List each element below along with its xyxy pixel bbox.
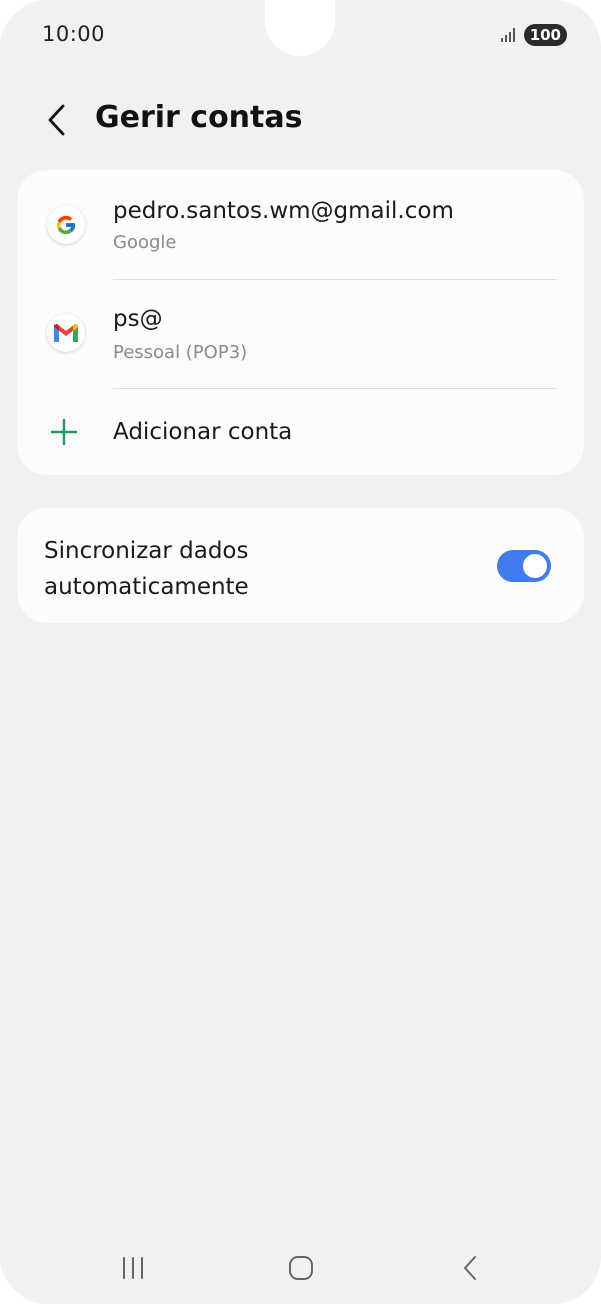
back-button[interactable] <box>38 100 74 140</box>
account-row-pop3[interactable]: ps@ Pessoal (POP3) <box>17 280 584 388</box>
app-header: Gerir contas <box>0 90 601 150</box>
gmail-icon <box>47 314 85 352</box>
phone-screen: 10:00 100 Gerir contas pedro.santos.wm@g… <box>0 0 601 1304</box>
account-row-google[interactable]: pedro.santos.wm@gmail.com Google <box>17 170 584 280</box>
toggle-knob <box>523 554 547 578</box>
sync-label: Sincronizar dados automaticamente <box>44 538 249 600</box>
gmail-m-logo <box>54 324 78 342</box>
google-icon <box>47 206 85 244</box>
battery-badge: 100 <box>523 24 567 46</box>
add-account-button[interactable]: Adicionar conta <box>17 395 584 465</box>
divider <box>113 388 557 389</box>
signal-icon <box>500 28 515 42</box>
google-g-logo <box>56 215 76 235</box>
plus-icon <box>50 418 78 446</box>
chevron-left-icon <box>48 104 65 136</box>
account-type: Pessoal (POP3) <box>113 342 248 363</box>
sync-card[interactable]: Sincronizar dados automaticamente <box>17 508 584 623</box>
add-account-label: Adicionar conta <box>113 419 293 445</box>
account-email: ps@ <box>113 306 163 332</box>
navigation-bar <box>0 1240 601 1296</box>
sync-toggle[interactable] <box>497 550 551 582</box>
back-nav-button[interactable] <box>450 1250 490 1286</box>
page-title: Gerir contas <box>95 100 303 135</box>
account-type: Google <box>113 232 177 253</box>
home-button[interactable] <box>281 1250 321 1286</box>
recent-apps-icon <box>123 1257 143 1279</box>
home-icon <box>289 1256 313 1280</box>
camera-notch <box>265 0 335 56</box>
accounts-card: pedro.santos.wm@gmail.com Google ps@ Pes… <box>17 170 584 475</box>
recent-apps-button[interactable] <box>113 1250 153 1286</box>
account-email: pedro.santos.wm@gmail.com <box>113 198 454 224</box>
status-icons: 100 <box>500 24 567 46</box>
status-time: 10:00 <box>42 22 106 46</box>
back-nav-icon <box>464 1256 476 1280</box>
